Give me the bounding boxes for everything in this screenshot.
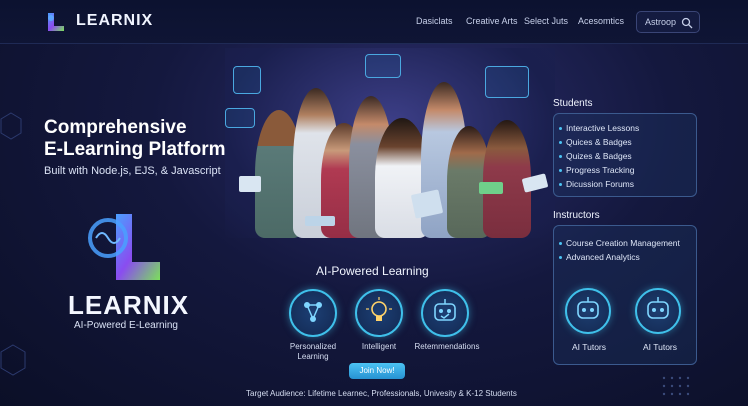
headline-line-1: Comprehensive xyxy=(44,117,187,138)
students-item[interactable]: Quizes & Badges xyxy=(559,151,632,161)
feature-label-intelligent: Intelligent xyxy=(361,342,397,351)
hologram-panel-icon xyxy=(225,108,255,128)
instructors-item[interactable]: Advanced Analytics xyxy=(559,252,640,262)
nav-link-1[interactable]: Dasiclats xyxy=(416,16,453,26)
students-item[interactable]: Quices & Badges xyxy=(559,137,632,147)
brand-logo-text[interactable]: LEARNIX xyxy=(76,12,153,30)
top-navigation-bar: LEARNIX Dasiclats Creative Arts Select J… xyxy=(0,0,748,44)
nav-link-creative-arts[interactable]: Creative Arts xyxy=(466,16,518,26)
intelligent-feature[interactable] xyxy=(355,289,403,337)
ai-tutor-label: AI Tutors xyxy=(572,342,607,352)
dot-grid-decoration xyxy=(662,376,690,396)
ai-tutor-label: AI Tutors xyxy=(643,342,678,352)
hologram-panel-icon xyxy=(365,54,401,78)
search-box[interactable]: Astroop xyxy=(636,11,700,33)
instructors-heading: Instructors xyxy=(553,210,600,221)
search-label: Astroop xyxy=(645,17,677,27)
tablet-device-icon xyxy=(239,176,261,192)
nav-link-3[interactable]: Select Juts xyxy=(524,16,568,26)
students-panel: Interactive Lessons Quices & Badges Quiz… xyxy=(553,113,697,197)
robot-icon xyxy=(434,299,456,321)
feature-label-recommendations: Retemmendations xyxy=(414,342,480,351)
hexagon-decoration-icon xyxy=(0,112,22,140)
recommendations-feature[interactable] xyxy=(421,289,469,337)
feature-label-personalized: Personalized Learning xyxy=(283,342,343,362)
chip-hologram-icon xyxy=(233,66,261,94)
feature-label-line: Learning xyxy=(297,352,329,361)
tablet-device-icon xyxy=(305,216,335,226)
headline-line-2: E-Learning Platform xyxy=(44,139,226,160)
ai-section-title: AI-Powered Learning xyxy=(316,264,429,278)
robot-icon xyxy=(577,297,599,319)
lightbulb-icon xyxy=(366,297,392,321)
book-hologram-icon xyxy=(485,66,529,98)
learnix-brain-logo-icon xyxy=(88,214,160,280)
ai-tutor-avatar[interactable] xyxy=(565,288,611,334)
ai-tutor-avatar[interactable] xyxy=(635,288,681,334)
nav-link-4[interactable]: Acesomtics xyxy=(578,16,624,26)
network-icon xyxy=(304,302,322,322)
students-item[interactable]: Progress Tracking xyxy=(559,165,635,175)
students-item[interactable]: Dicussion Forums xyxy=(558,179,634,189)
instructors-panel: Course Creation Management Advanced Anal… xyxy=(553,225,697,365)
join-now-button[interactable]: Join Now! xyxy=(349,363,405,379)
target-audience-text: Target Audience: Lifetime Learnec, Profe… xyxy=(246,389,517,398)
personalized-learning-feature[interactable] xyxy=(289,289,337,337)
brand-tagline: AI-Powered E-Learning xyxy=(74,320,178,331)
hero-students-image xyxy=(225,48,555,238)
learnix-logo-icon[interactable] xyxy=(44,10,68,34)
robot-icon xyxy=(647,297,669,319)
brand-name-large: LEARNIX xyxy=(68,290,190,320)
instructors-item[interactable]: Course Creation Management xyxy=(559,238,680,248)
students-item[interactable]: Interactive Lessons xyxy=(558,123,639,133)
hero-subline: Built with Node.js, EJS, & Javascript xyxy=(44,165,221,177)
search-icon[interactable] xyxy=(681,17,693,29)
tablet-device-icon xyxy=(479,182,503,194)
hero-headline: Comprehensive E-Learning Platform xyxy=(44,117,226,161)
students-heading: Students xyxy=(553,98,593,109)
hexagon-decoration-icon xyxy=(0,344,26,376)
feature-label-line: Personalized xyxy=(289,342,337,351)
